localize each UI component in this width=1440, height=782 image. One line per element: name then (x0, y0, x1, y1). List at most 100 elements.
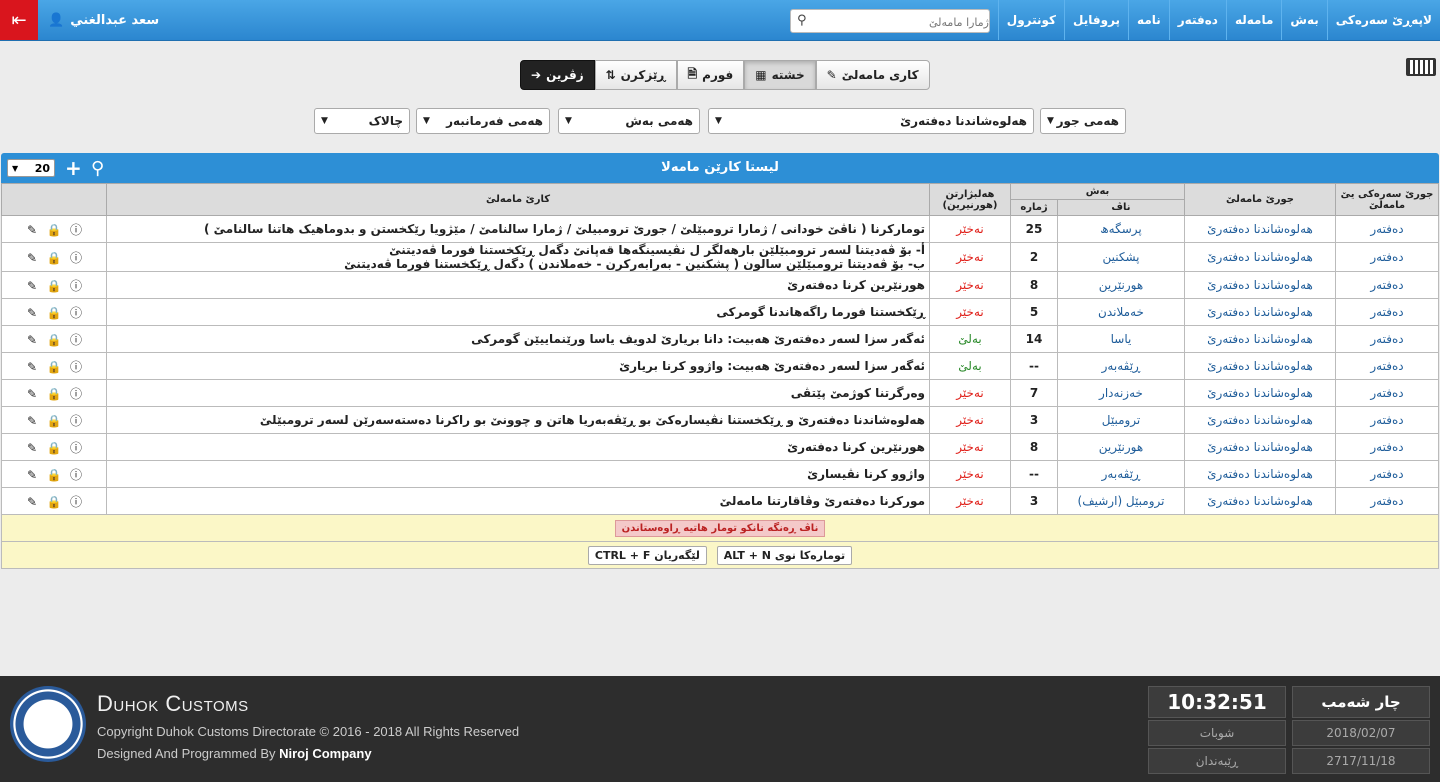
col-section-name: ناڤ (1057, 199, 1185, 216)
user-menu[interactable]: 👤 سعد عبدالغني (48, 0, 159, 40)
shortcut-search[interactable]: CTRL + F لێگەریان (587, 545, 707, 565)
cell-task: مورکرنا دەفتەرێ وڤاقارتنا مامەلێ (106, 487, 930, 515)
cell-main-type: دەفتەر (1335, 298, 1439, 326)
table-row[interactable]: دەفتەر هەلوەشاندنا دەفتەرێ خەزنەدار 7 نەخێر و… (1, 379, 1439, 407)
info-icon[interactable]: ⓘ (65, 385, 87, 402)
logout-icon[interactable]: ⇤ (0, 0, 38, 40)
lock-icon[interactable]: 🔒 (43, 468, 65, 482)
cell-task: هورنێرین کرنا دەفتەرێ (106, 433, 930, 461)
cell-type: هەلوەشاندنا دەفتەرێ (1184, 487, 1336, 515)
table-row[interactable]: دەفتەر هەلوەشاندنا دەفتەرێ ڕێڤەبەر -- نەخێر و… (1, 460, 1439, 488)
info-icon[interactable]: ⓘ (65, 249, 87, 266)
cell-required: نەخێر (929, 487, 1011, 515)
menu-item-ledger[interactable]: دەفتەر (1168, 0, 1226, 40)
col-type: جورێ مامەلێ (1184, 183, 1336, 216)
search-input[interactable] (817, 11, 991, 33)
status-select[interactable]: چالاک ▼ (314, 108, 410, 134)
search-icon[interactable]: ⚲ (797, 13, 807, 28)
table-row[interactable]: دەفتەر هەلوەشاندنا دەفتەرێ خەملاندن 5 نەخێر ڕ… (1, 298, 1439, 326)
lock-icon[interactable]: 🔒 (43, 495, 65, 509)
cell-type: هەلوەشاندنا دەفتەرێ (1184, 352, 1336, 380)
footer-copyright: Copyright Duhok Customs Directorate © 20… (97, 724, 520, 739)
cell-required: نەخێر (929, 271, 1011, 299)
table-row[interactable]: دەفتەر هەلوەشاندنا دەفتەرێ پشکنین 2 نەخێر أ- … (1, 242, 1439, 272)
cell-task: ڕێکخستنا فورما راگەھاندنا گومرکی (106, 298, 930, 326)
menu-item-home[interactable]: لاپەڕێ سەرەکی (1326, 0, 1440, 40)
table-row[interactable]: دەفتەر هەلوەشاندنا دەفتەرێ ترومبێل 3 نەخێر هە… (1, 406, 1439, 434)
col-task: کارێ مامەلێ (106, 183, 930, 216)
lock-icon[interactable]: 🔒 (43, 333, 65, 347)
cell-section-number: 8 (1010, 271, 1058, 299)
info-icon[interactable]: ⓘ (65, 221, 87, 238)
table-row[interactable]: دەفتەر هەلوەشاندنا دەفتەرێ پرسگەھ 25 نەخێر تو… (1, 215, 1439, 243)
legend-row: ناڤ ڕەنگە نانکو تومار هاتیە ڕاوەستاندن (1, 514, 1439, 542)
lock-icon[interactable]: 🔒 (43, 360, 65, 374)
table-row[interactable]: دەفتەر هەلوەشاندنا دەفتەرێ ڕێڤەبەر -- بەلێ ئە… (1, 352, 1439, 380)
plus-icon[interactable]: + (65, 156, 82, 180)
info-icon[interactable]: ⓘ (65, 358, 87, 375)
grid-view-button[interactable]: ▦ خشتە (744, 60, 816, 90)
pencil-icon[interactable]: ✎ (21, 495, 43, 509)
cell-actions: ✎ 🔒 ⓘ (1, 325, 107, 353)
menu-item-transaction[interactable]: مامەلە (1225, 0, 1281, 40)
table-row[interactable]: دەفتەر هەلوەشاندنا دەفتەرێ یاسا 14 بەلێ ئەگەر… (1, 325, 1439, 353)
task-line: هورنێرین کرنا دەفتەرێ (787, 278, 925, 292)
kurdish-date: 2717/11/18 (1292, 748, 1430, 774)
task-line: وەرگرتنا کوژمێ پێتڤی (790, 386, 925, 400)
pencil-icon[interactable]: ✎ (21, 333, 43, 347)
lock-icon[interactable]: 🔒 (43, 306, 65, 320)
file-icon: 🗎 (687, 66, 698, 81)
cell-task: هەلوەشاندنا دەفتەرێ و ڕێکخستنا نڤیسارەکێ… (106, 406, 930, 434)
info-icon[interactable]: ⓘ (65, 277, 87, 294)
menu-item-profile[interactable]: پروفایل (1064, 0, 1128, 40)
back-button[interactable]: ➔ زڤرین (520, 60, 595, 90)
category-select[interactable]: هەلوەشاندنا دەفتەرێ ▼ (708, 108, 1034, 134)
pencil-icon[interactable]: ✎ (21, 441, 43, 455)
cell-section-number: -- (1010, 460, 1058, 488)
gregorian-date: 2018/02/07 (1292, 720, 1430, 746)
menu-item-letter[interactable]: نامە (1128, 0, 1169, 40)
info-icon[interactable]: ⓘ (65, 304, 87, 321)
pencil-icon[interactable]: ✎ (21, 360, 43, 374)
pencil-icon[interactable]: ✎ (21, 414, 43, 428)
pencil-icon[interactable]: ✎ (21, 306, 43, 320)
shortcut-new[interactable]: ALT + N تومارەکا نوی (716, 545, 853, 565)
table-row[interactable]: دەفتەر هەلوەشاندنا دەفتەرێ هورنێرین 8 نەخێر ه… (1, 271, 1439, 299)
cell-actions: ✎ 🔒 ⓘ (1, 406, 107, 434)
info-icon[interactable]: ⓘ (65, 466, 87, 483)
lock-icon[interactable]: 🔒 (43, 223, 65, 237)
task-line: هورنێرین کرنا دەفتەرێ (787, 440, 925, 454)
table-row[interactable]: دەفتەر هەلوەشاندنا دەفتەرێ هورنێرین 8 نەخێر ه… (1, 433, 1439, 461)
cell-task: تومارکرنا ( ناڤێ خودانی / ژمارا ترومبێلێ… (106, 215, 930, 243)
info-icon[interactable]: ⓘ (65, 439, 87, 456)
menu-item-section[interactable]: بەش (1281, 0, 1326, 40)
pencil-icon[interactable]: ✎ (21, 279, 43, 293)
lock-icon[interactable]: 🔒 (43, 279, 65, 293)
info-icon[interactable]: ⓘ (65, 331, 87, 348)
lock-icon[interactable]: 🔒 (43, 414, 65, 428)
lock-icon[interactable]: 🔒 (43, 387, 65, 401)
menu-item-control[interactable]: کونترول (997, 0, 1064, 40)
sort-button[interactable]: ⇅ ڕێزکرن (594, 60, 677, 90)
form-view-button[interactable]: 🗎 فورم (676, 60, 745, 90)
search-icon[interactable]: ⚲ (91, 158, 104, 179)
pencil-icon[interactable]: ✎ (21, 251, 43, 265)
info-icon[interactable]: ⓘ (65, 412, 87, 429)
task-button[interactable]: ✎ کاری مامەلێ (815, 60, 930, 90)
cell-section-name: ڕێڤەبەر (1057, 352, 1185, 380)
search-box: ⚲ (790, 9, 991, 33)
pencil-icon[interactable]: ✎ (21, 468, 43, 482)
lock-icon[interactable]: 🔒 (43, 251, 65, 265)
type-select[interactable]: هەمی جور ▼ (1040, 108, 1126, 134)
pencil-icon[interactable]: ✎ (21, 223, 43, 237)
cell-task: ئەگەر سزا لسەر دەفتەرێ ھەبیت: دانا بریار… (106, 325, 930, 353)
employee-select[interactable]: هەمی فەرمانبەر ▼ (416, 108, 550, 134)
section-select[interactable]: هەمی بەش ▼ (558, 108, 700, 134)
cell-section-number: 5 (1010, 298, 1058, 326)
pencil-icon[interactable]: ✎ (21, 387, 43, 401)
info-icon[interactable]: ⓘ (65, 493, 87, 510)
table-row[interactable]: دەفتەر هەلوەشاندنا دەفتەرێ ترومبێل (ارشیف)… (1, 487, 1439, 515)
lock-icon[interactable]: 🔒 (43, 441, 65, 455)
page-size-select[interactable]: ▼ 20 (7, 159, 55, 177)
keyboard-icon[interactable] (1406, 58, 1436, 76)
